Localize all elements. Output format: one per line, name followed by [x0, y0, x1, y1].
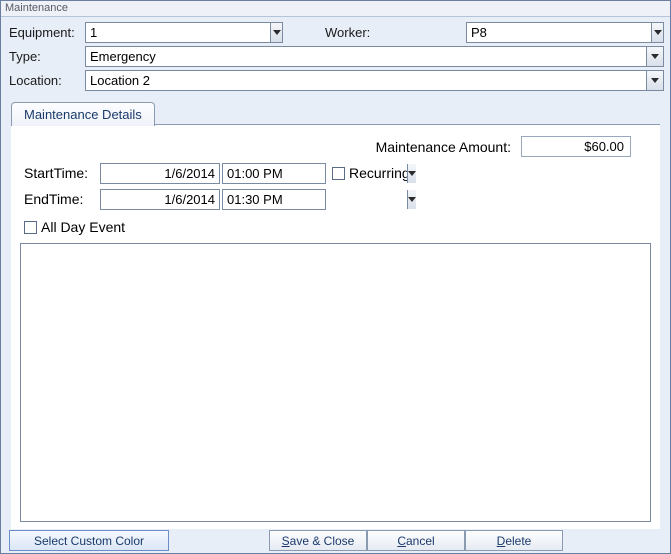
amount-input[interactable]	[521, 136, 631, 157]
chevron-down-icon[interactable]	[407, 164, 416, 183]
header-form: Equipment: Worker: Type:	[1, 17, 670, 95]
start-time-input[interactable]	[223, 164, 407, 183]
equipment-input[interactable]	[86, 23, 270, 42]
worker-dropdown[interactable]	[466, 22, 664, 43]
chevron-down-icon[interactable]	[651, 23, 663, 42]
chevron-down-icon[interactable]	[646, 71, 663, 90]
start-date-input[interactable]	[100, 163, 220, 184]
end-time-input[interactable]	[223, 190, 407, 209]
type-label: Type:	[7, 49, 85, 64]
amount-label: Maintenance Amount:	[376, 139, 511, 155]
end-date-input[interactable]	[100, 189, 220, 210]
maintenance-window: Maintenance Equipment: Worker: Type:	[0, 0, 671, 554]
all-day-checkbox[interactable]	[24, 221, 37, 234]
worker-input[interactable]	[467, 23, 651, 42]
start-time-label: StartTime:	[20, 165, 100, 181]
location-label: Location:	[7, 73, 85, 88]
location-input[interactable]	[86, 71, 646, 90]
end-time-dropdown[interactable]	[222, 189, 326, 210]
chevron-down-icon[interactable]	[270, 23, 282, 42]
worker-label: Worker:	[323, 25, 393, 40]
chevron-down-icon[interactable]	[646, 47, 663, 66]
delete-button[interactable]: Delete	[465, 530, 563, 551]
start-time-dropdown[interactable]	[222, 163, 326, 184]
footer-toolbar: Select Custom Color Save & Close Cancel …	[1, 529, 670, 553]
equipment-label: Equipment:	[7, 25, 85, 40]
type-input[interactable]	[86, 47, 646, 66]
window-title: Maintenance	[1, 1, 670, 17]
chevron-down-icon[interactable]	[407, 190, 416, 209]
all-day-label: All Day Event	[41, 219, 125, 235]
tab-strip: Maintenance Details	[11, 101, 660, 125]
tab-content: Maintenance Amount: StartTime: Recurring…	[11, 125, 660, 529]
cancel-button[interactable]: Cancel	[367, 530, 465, 551]
equipment-dropdown[interactable]	[85, 22, 283, 43]
type-dropdown[interactable]	[85, 46, 664, 67]
select-custom-color-button[interactable]: Select Custom Color	[9, 530, 169, 551]
save-close-button[interactable]: Save & Close	[269, 530, 367, 551]
location-dropdown[interactable]	[85, 70, 664, 91]
end-time-label: EndTime:	[20, 191, 100, 207]
notes-textarea[interactable]	[20, 243, 651, 522]
tab-maintenance-details[interactable]: Maintenance Details	[11, 102, 155, 126]
